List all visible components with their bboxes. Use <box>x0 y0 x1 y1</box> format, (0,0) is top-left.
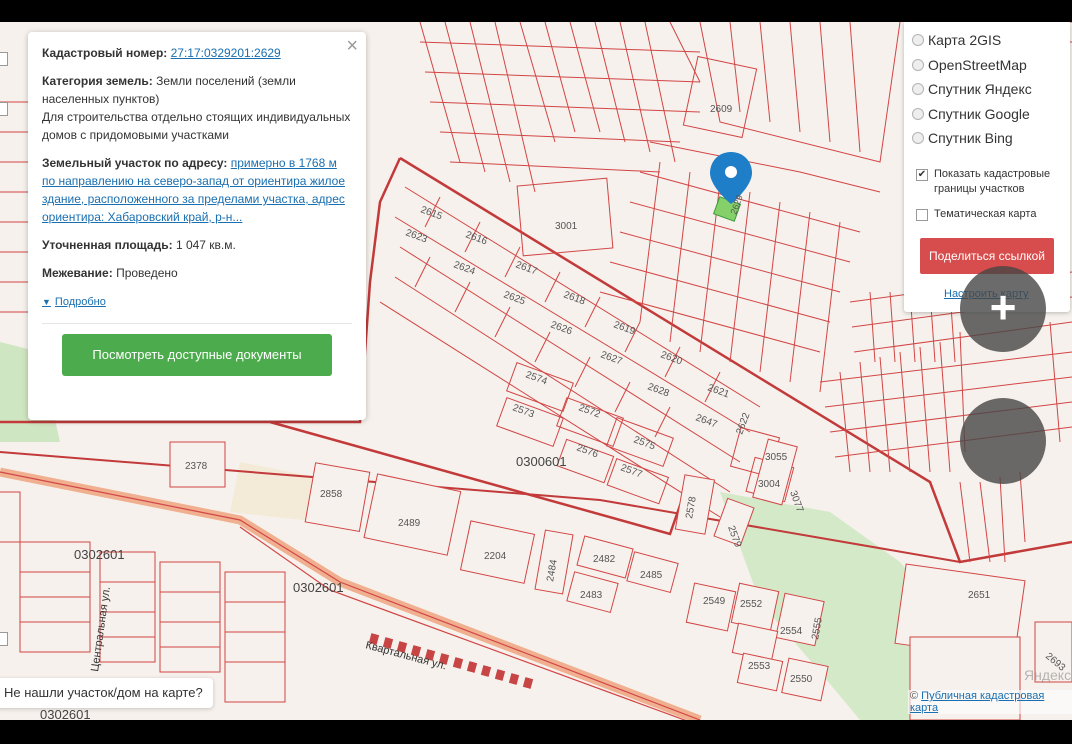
parcel-label: 2619 <box>612 319 637 337</box>
zoom-in-button[interactable]: + <box>960 266 1046 352</box>
parcel-label: 3001 <box>555 221 578 232</box>
radio-icon <box>912 58 924 71</box>
cadastral-number-link[interactable]: 27:17:0329201:2629 <box>171 46 281 60</box>
street-label: Центральная ул. <box>89 586 113 673</box>
layer-radio-osm[interactable]: OpenStreetMap <box>912 53 1062 78</box>
parcel-label: 2575 <box>632 434 657 452</box>
show-borders-checkbox[interactable]: ✔ Показать кадастровые границы участков <box>912 167 1062 197</box>
address-label: Земельный участок по адресу: <box>42 156 228 170</box>
parcel-label: 2378 <box>185 461 208 472</box>
cadastral-number-label: Кадастровый номер: <box>42 46 168 60</box>
parcel-label: 2554 <box>780 626 803 637</box>
parcel-label: 2622 <box>734 411 752 436</box>
checkbox-icon <box>916 208 928 221</box>
radio-icon <box>912 83 924 96</box>
parcel-label: 2572 <box>577 402 602 420</box>
credit-link[interactable]: Публичная кадастровая карта <box>910 690 1044 714</box>
quarter-label: 0302601 <box>74 547 125 562</box>
parcel-label: 2577 <box>619 462 644 480</box>
not-found-prompt[interactable]: Не нашли участок/дом на карте? <box>0 678 213 708</box>
thematic-map-checkbox[interactable]: Тематическая карта <box>912 207 1062 222</box>
parcel-label: 2625 <box>502 289 527 307</box>
parcel-label: 2573 <box>511 402 536 420</box>
radio-icon <box>912 132 924 145</box>
parcel-label: 2627 <box>599 349 624 367</box>
copyright-symbol: © <box>910 690 919 702</box>
parcel-label: 2609 <box>710 104 733 115</box>
map-tool-icon[interactable] <box>0 102 8 116</box>
yandex-watermark: Яндекс <box>1024 667 1072 683</box>
zoom-out-button[interactable] <box>960 398 1046 484</box>
area-label: Уточненная площадь: <box>42 238 173 252</box>
parcel-label: 2485 <box>640 570 663 581</box>
street-houses <box>368 633 534 689</box>
parcel-label: 2489 <box>398 518 421 529</box>
parcel-label: 2624 <box>452 259 477 277</box>
checkbox-checked-icon: ✔ <box>916 168 928 181</box>
parcel-label: 2550 <box>790 674 813 685</box>
map-tool-icon[interactable] <box>0 52 8 66</box>
parcel-label: 2616 <box>464 229 489 247</box>
layer-radio-yandex-sat[interactable]: Спутник Яндекс <box>912 77 1062 102</box>
divider <box>42 323 352 324</box>
area-row: Уточненная площадь: 1 047 кв.м. <box>42 236 352 254</box>
cadastral-number-row: Кадастровый номер: 27:17:0329201:2629 <box>42 44 352 62</box>
layer-label: Карта 2GIS <box>928 32 1002 49</box>
thematic-map-label: Тематическая карта <box>934 207 1037 220</box>
parcel-label: 2651 <box>968 590 991 601</box>
triangle-down-icon: ▼ <box>42 297 51 307</box>
parcel-label: 2615 <box>419 204 444 222</box>
parcel-label: 2617 <box>514 259 539 277</box>
address-row: Земельный участок по адресу: примерно в … <box>42 154 352 226</box>
layer-label: Спутник Bing <box>928 130 1013 147</box>
parcel-label: 2618 <box>562 289 587 307</box>
map-credit: © Публичная кадастровая карта <box>908 690 1072 714</box>
parcel-label: 3004 <box>758 479 781 490</box>
show-borders-label: Показать кадастровые границы участков <box>934 167 1051 195</box>
parcel-label: 2553 <box>748 661 771 672</box>
location-pin-icon[interactable] <box>710 152 752 204</box>
radio-icon <box>912 107 924 120</box>
layer-radio-2gis[interactable]: Карта 2GIS <box>912 28 1062 53</box>
parcel-label: 2628 <box>646 381 671 399</box>
more-details-link[interactable]: ▼ Подробно <box>42 293 106 311</box>
parcel-label: 2483 <box>580 590 603 601</box>
quarter-label: 0302601 <box>293 580 344 595</box>
layer-label: Спутник Яндекс <box>928 81 1032 98</box>
more-details-label: Подробно <box>54 296 106 308</box>
close-icon[interactable]: × <box>346 36 358 56</box>
area-value: 1 047 кв.м. <box>175 238 236 252</box>
parcel-label: 2576 <box>575 442 600 460</box>
category-row: Категория земель: Земли поселений (земли… <box>42 72 352 144</box>
parcel-label: 2626 <box>549 319 574 337</box>
parcel-label: 2549 <box>703 596 726 607</box>
survey-value: Проведено <box>116 266 178 280</box>
parcel-label: 2623 <box>404 227 429 245</box>
quarter-label: 0302601 <box>40 707 91 720</box>
parcel-label: 3055 <box>765 452 788 463</box>
category-label: Категория земель: <box>42 74 153 88</box>
map-tool-icon[interactable] <box>0 632 8 646</box>
purpose-value: Для строительства отдельно стоящих индив… <box>42 110 351 142</box>
survey-row: Межевание: Проведено <box>42 264 352 282</box>
parcel-label: 2204 <box>484 551 507 562</box>
parcel-label: 2482 <box>593 554 616 565</box>
survey-label: Межевание: <box>42 266 113 280</box>
layer-label: OpenStreetMap <box>928 56 1027 73</box>
parcel-label: 2647 <box>694 412 719 430</box>
layer-radio-bing-sat[interactable]: Спутник Bing <box>912 126 1062 151</box>
view-documents-button[interactable]: Посмотреть доступные документы <box>62 334 332 376</box>
parcel-info-card: × Кадастровый номер: 27:17:0329201:2629 … <box>28 32 366 420</box>
parcel-label: 2552 <box>740 599 763 610</box>
quarter-label: 0300601 <box>516 454 567 469</box>
layer-label: Спутник Google <box>928 105 1030 122</box>
parcel-label: 2621 <box>706 382 731 400</box>
layer-radio-google-sat[interactable]: Спутник Google <box>912 102 1062 127</box>
map-frame[interactable]: 2615 2616 2617 2618 2619 2620 2621 2622 … <box>0 22 1072 720</box>
parcel-label: 2858 <box>320 489 343 500</box>
parcel-label: 2574 <box>524 369 549 387</box>
radio-icon <box>912 34 924 47</box>
